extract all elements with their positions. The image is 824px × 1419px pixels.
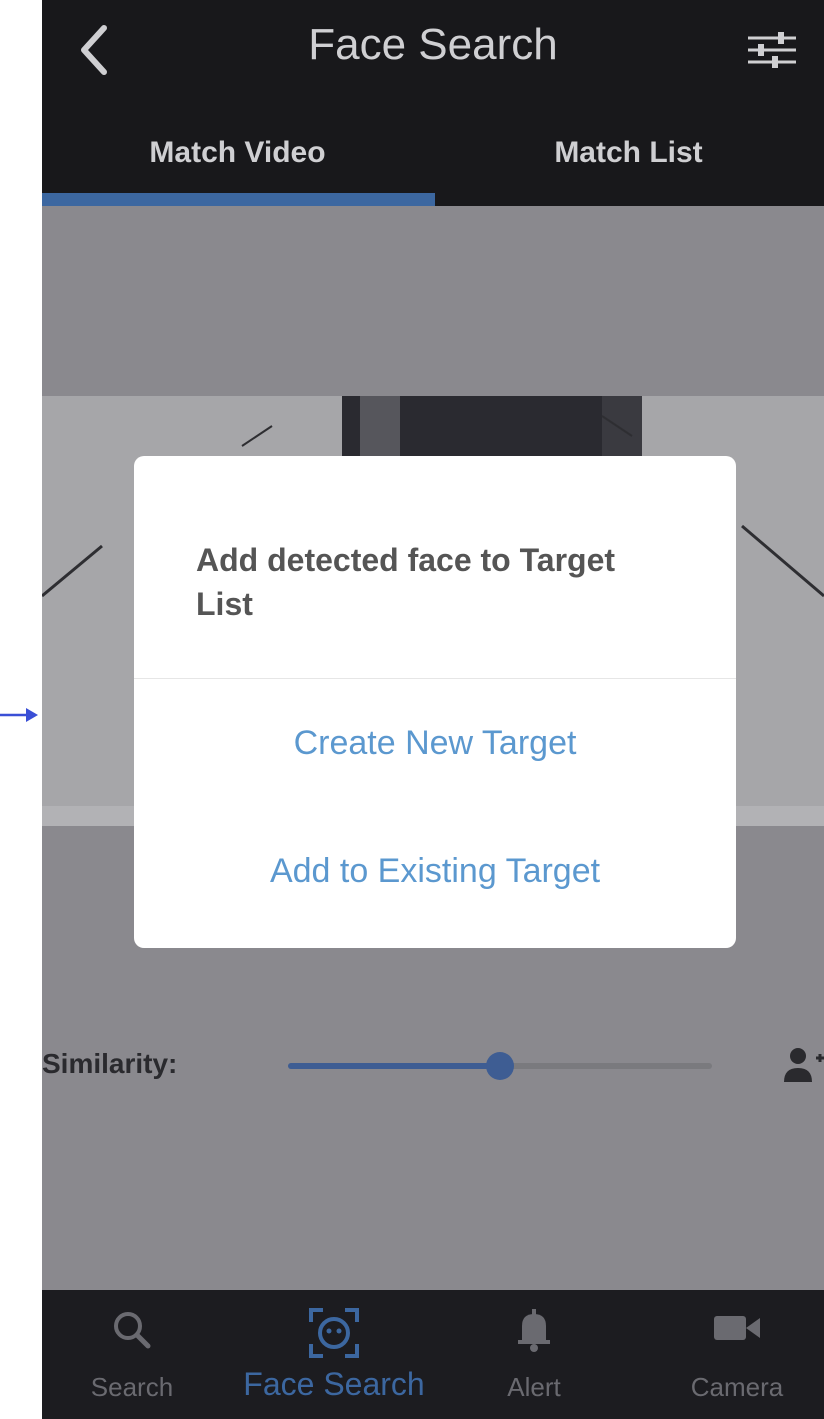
tab-match-list[interactable]: Match List (433, 100, 824, 206)
similarity-slider[interactable] (288, 1052, 712, 1080)
nav-face-search-label: Face Search (243, 1366, 425, 1402)
page-title: Face Search (308, 20, 558, 69)
similarity-slider-thumb[interactable] (486, 1052, 514, 1080)
bottom-navigation: Search Face Search Alert Camera (42, 1290, 824, 1419)
dialog-divider (134, 678, 736, 679)
search-icon (114, 1312, 151, 1349)
face-scan-icon (309, 1308, 359, 1358)
nav-search-label: Search (90, 1372, 174, 1402)
nav-alert[interactable]: Alert (472, 1290, 596, 1419)
nav-face-search[interactable]: Face Search (222, 1290, 446, 1419)
nav-camera[interactable]: Camera (662, 1290, 812, 1419)
bell-icon (518, 1309, 550, 1352)
create-new-target-button[interactable]: Create New Target (134, 724, 736, 763)
dialog-title: Add detected face to Target List (196, 542, 616, 622)
add-target-dialog: Add detected face to Target List Create … (134, 456, 736, 948)
filter-sliders-icon[interactable] (742, 26, 802, 74)
add-person-icon[interactable] (782, 1046, 824, 1086)
video-camera-icon (714, 1316, 760, 1340)
nav-alert-label: Alert (507, 1372, 561, 1402)
app-screen: Face Search Match Video Match List Add d… (42, 0, 824, 1419)
active-tab-indicator (42, 193, 435, 206)
nav-camera-label: Camera (690, 1372, 784, 1402)
similarity-slider-fill (288, 1063, 500, 1069)
tab-match-video[interactable]: Match Video (42, 100, 433, 206)
add-to-existing-target-button[interactable]: Add to Existing Target (134, 852, 736, 891)
nav-search[interactable]: Search (62, 1290, 202, 1419)
pointer-arrow-icon (0, 708, 38, 722)
tab-bar: Match Video Match List (42, 100, 824, 206)
similarity-label: Similarity: (42, 1048, 178, 1079)
header-bar: Face Search (42, 0, 824, 100)
